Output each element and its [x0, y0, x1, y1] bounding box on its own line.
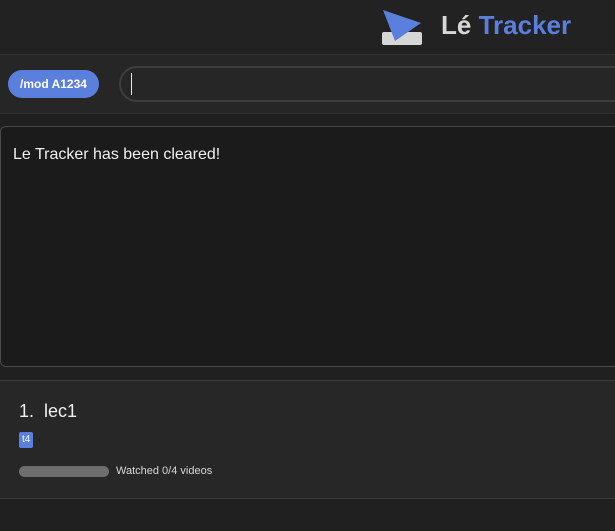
progress-bar [19, 466, 109, 477]
app-title: Lé Tracker [441, 9, 571, 41]
command-bar: /mod A1234 [0, 55, 615, 114]
tag-badge: t4 [19, 432, 34, 448]
app-title-part2: Tracker [478, 10, 572, 40]
list-item[interactable]: 1. lec1 t4 Watched 0/4 videos [0, 381, 615, 498]
app-title-part1: Lé [441, 10, 472, 40]
app-window: Lé Tracker /mod A1234 Le Tracker has bee… [0, 0, 615, 531]
text-caret [131, 73, 132, 95]
progress-text: Watched 0/4 videos [116, 465, 213, 477]
list-item-name: lec1 [44, 401, 78, 421]
command-input[interactable] [119, 66, 615, 102]
result-display: Le Tracker has been cleared! [0, 126, 615, 367]
play-triangle-logo-icon [382, 10, 422, 45]
list-item-index: 1. [19, 401, 35, 421]
header: Lé Tracker [0, 0, 615, 55]
mode-pill-button[interactable]: /mod A1234 [8, 70, 99, 98]
lecture-list: 1. lec1 t4 Watched 0/4 videos [0, 380, 615, 499]
result-message: Le Tracker has been cleared! [13, 146, 221, 163]
